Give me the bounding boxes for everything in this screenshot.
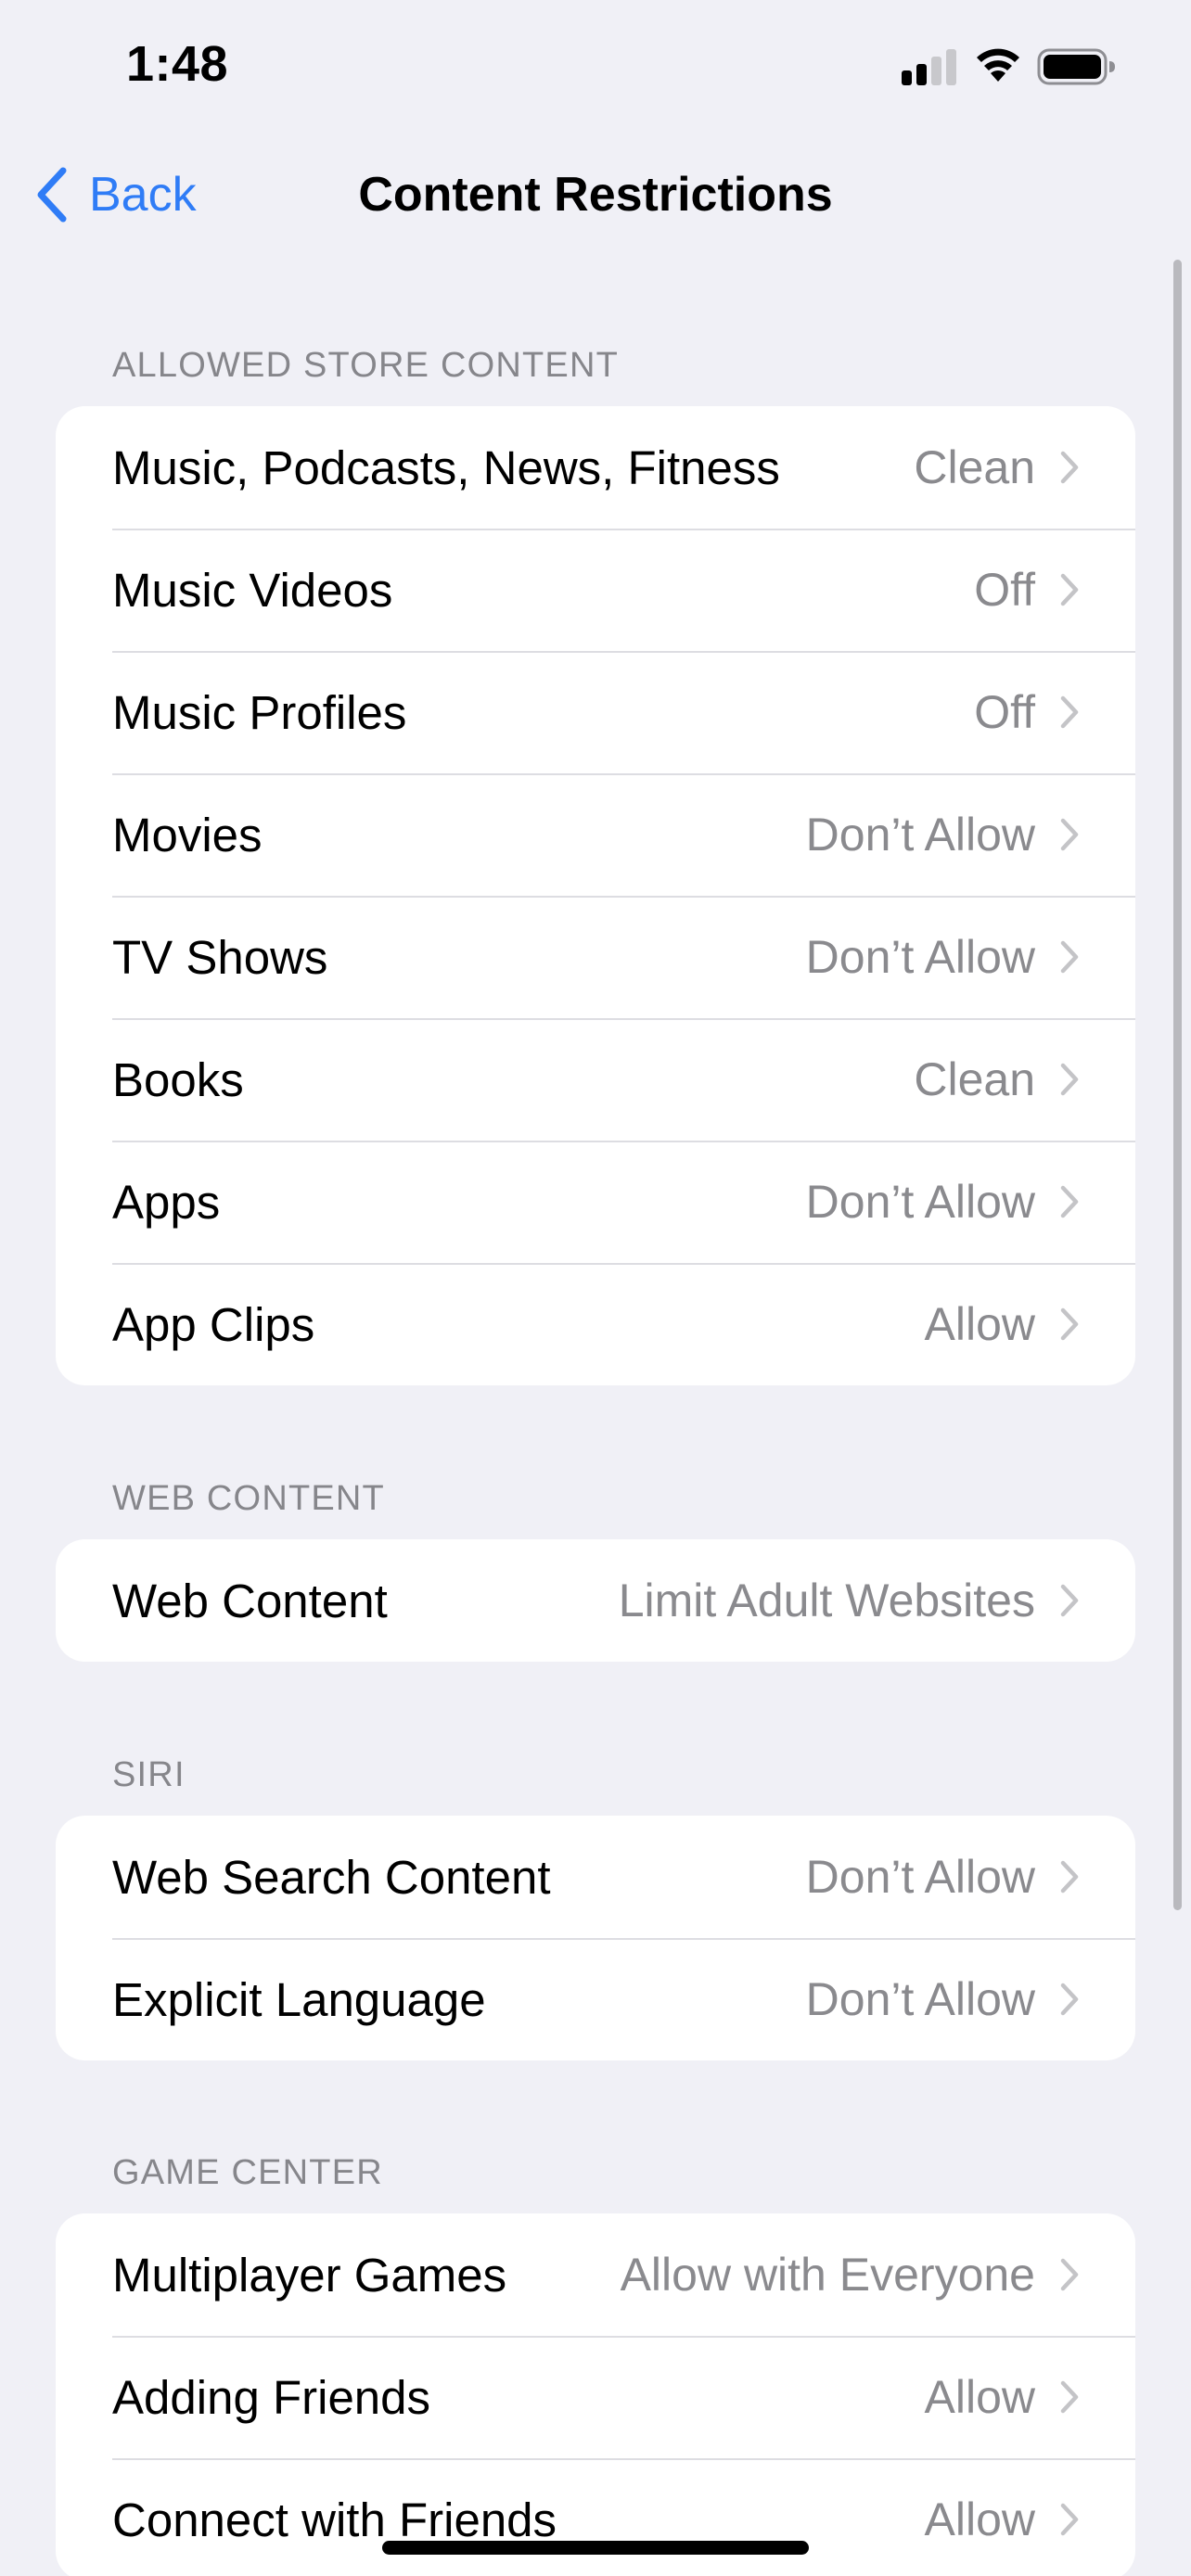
row-explicit-language[interactable]: Explicit Language Don’t Allow [56, 1938, 1135, 2060]
group-game-center: Multiplayer Games Allow with Everyone Ad… [56, 2213, 1135, 2576]
row-tv-shows[interactable]: TV Shows Don’t Allow [56, 896, 1135, 1018]
row-music-profiles[interactable]: Music Profiles Off [56, 651, 1135, 773]
row-web-search-content[interactable]: Web Search Content Don’t Allow [56, 1816, 1135, 1938]
row-value: Off [974, 686, 1035, 738]
row-label: Connect with Friends [112, 2493, 557, 2546]
row-value: Don’t Allow [805, 1176, 1035, 1228]
row-movies[interactable]: Movies Don’t Allow [56, 773, 1135, 896]
row-value: Off [974, 564, 1035, 616]
row-value: Limit Adult Websites [618, 1575, 1035, 1626]
chevron-right-icon [1060, 1584, 1079, 1617]
group-allowed-store-content: Music, Podcasts, News, Fitness Clean Mus… [56, 406, 1135, 1385]
row-value: Clean [914, 1053, 1035, 1105]
row-label: Multiplayer Games [112, 2248, 507, 2302]
row-connect-with-friends[interactable]: Connect with Friends Allow [56, 2458, 1135, 2576]
chevron-right-icon [1060, 940, 1079, 974]
row-label: Web Search Content [112, 1850, 551, 1904]
row-label: Explicit Language [112, 1972, 486, 2026]
row-value: Allow [924, 2371, 1035, 2423]
chevron-right-icon [1060, 1063, 1079, 1096]
row-value: Don’t Allow [805, 931, 1035, 983]
chevron-right-icon [1060, 1983, 1079, 2016]
status-bar: 1:48 [0, 0, 1191, 139]
cellular-signal-icon [902, 49, 956, 85]
row-value: Don’t Allow [805, 1851, 1035, 1903]
section-header-allowed-store-content: ALLOWED STORE CONTENT [112, 346, 620, 385]
chevron-right-icon [1060, 818, 1079, 851]
row-apps[interactable]: Apps Don’t Allow [56, 1141, 1135, 1263]
home-indicator[interactable] [382, 2541, 809, 2555]
navigation-bar: Back Content Restrictions [0, 139, 1191, 250]
chevron-right-icon [1060, 451, 1079, 484]
row-web-content[interactable]: Web Content Limit Adult Websites [56, 1539, 1135, 1662]
row-label: Web Content [112, 1574, 388, 1627]
chevron-right-icon [1060, 2503, 1079, 2536]
row-label: Books [112, 1052, 244, 1106]
row-multiplayer-games[interactable]: Multiplayer Games Allow with Everyone [56, 2213, 1135, 2336]
section-header-siri: SIRI [112, 1755, 186, 1794]
row-value: Don’t Allow [805, 1973, 1035, 2025]
row-value: Allow [924, 2493, 1035, 2545]
group-siri: Web Search Content Don’t Allow Explicit … [56, 1816, 1135, 2060]
row-label: Movies [112, 808, 263, 861]
row-label: Music, Podcasts, News, Fitness [112, 440, 780, 494]
row-label: Adding Friends [112, 2370, 431, 2424]
row-label: App Clips [112, 1297, 315, 1351]
chevron-right-icon [1060, 695, 1079, 729]
row-adding-friends[interactable]: Adding Friends Allow [56, 2336, 1135, 2458]
chevron-right-icon [1060, 2380, 1079, 2414]
screen: 1:48 Back Content Restrictions ALLOWED S… [0, 0, 1191, 2576]
chevron-right-icon [1060, 1307, 1079, 1341]
row-label: Apps [112, 1175, 221, 1229]
row-music-videos[interactable]: Music Videos Off [56, 529, 1135, 651]
battery-icon [1037, 48, 1115, 85]
row-label: TV Shows [112, 930, 328, 984]
chevron-right-icon [1060, 573, 1079, 606]
wifi-icon [977, 48, 1019, 82]
row-label: Music Videos [112, 563, 393, 617]
section-header-game-center: GAME CENTER [112, 2153, 383, 2192]
row-music-podcasts-news-fitness[interactable]: Music, Podcasts, News, Fitness Clean [56, 406, 1135, 529]
scroll-indicator[interactable] [1173, 260, 1182, 1910]
group-web-content: Web Content Limit Adult Websites [56, 1539, 1135, 1662]
row-books[interactable]: Books Clean [56, 1018, 1135, 1141]
row-app-clips[interactable]: App Clips Allow [56, 1263, 1135, 1385]
chevron-right-icon [1060, 1860, 1079, 1894]
chevron-right-icon [1060, 2258, 1079, 2291]
row-value: Allow [924, 1298, 1035, 1350]
status-time: 1:48 [126, 36, 229, 92]
page-title: Content Restrictions [358, 168, 833, 222]
section-header-web-content: WEB CONTENT [112, 1479, 385, 1518]
chevron-right-icon [1060, 1185, 1079, 1218]
row-value: Don’t Allow [805, 809, 1035, 861]
row-value: Clean [914, 441, 1035, 493]
row-value: Allow with Everyone [620, 2249, 1035, 2301]
row-label: Music Profiles [112, 685, 407, 739]
